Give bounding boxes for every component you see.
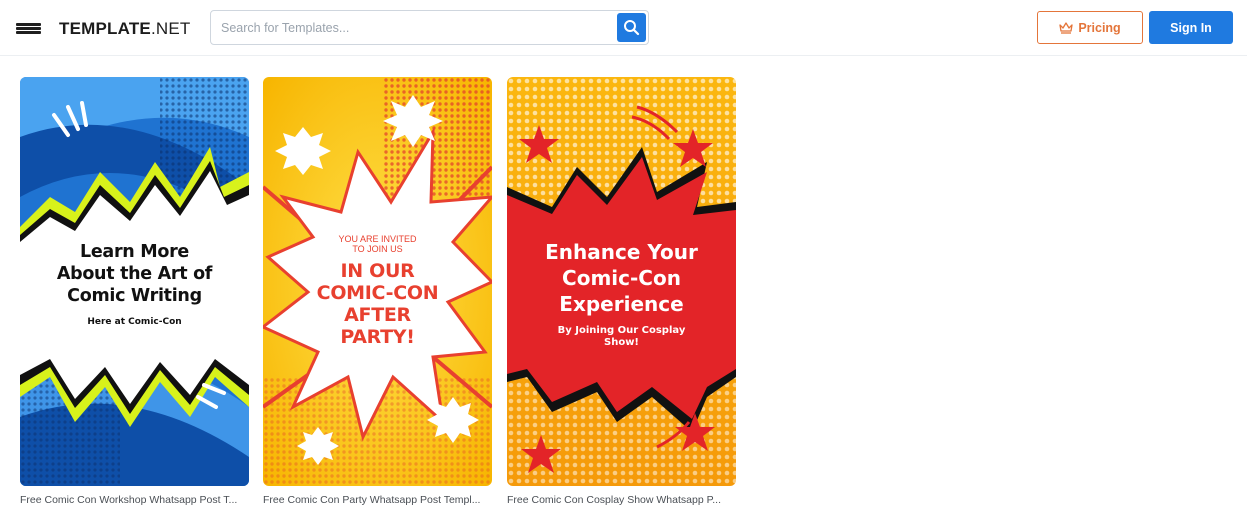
template-thumbnail[interactable]: Enhance Your Comic-Con Experience By Joi… (507, 77, 736, 486)
template-thumbnail[interactable]: YOU ARE INVITED TO JOIN US IN OUR COMIC-… (263, 77, 492, 486)
template-caption[interactable]: Free Comic Con Party Whatsapp Post Templ… (263, 494, 492, 506)
pricing-label: Pricing (1078, 20, 1121, 35)
card-headline-line: IN OUR (340, 260, 415, 282)
card-headline-line: Experience (559, 292, 684, 316)
card-subline: By Joining Our Cosplay (557, 325, 686, 336)
card-subline: Here at Comic-Con (87, 317, 182, 327)
card-headline-line: Learn More (80, 242, 189, 262)
pricing-button[interactable]: Pricing (1037, 11, 1143, 44)
sign-in-button[interactable]: Sign In (1149, 11, 1233, 44)
card-headline-line: PARTY! (340, 326, 415, 348)
template-thumbnail[interactable]: Learn More About the Art of Comic Writin… (20, 77, 249, 486)
site-logo[interactable]: TEMPLATE.NET (59, 19, 190, 39)
logo-suffix-text: .NET (150, 19, 191, 38)
card-kicker-line: YOU ARE INVITED (338, 234, 417, 244)
card-headline-line: AFTER (344, 304, 411, 326)
search-bar (210, 10, 649, 45)
template-caption[interactable]: Free Comic Con Cosplay Show Whatsapp P..… (507, 494, 736, 506)
hamburger-menu-icon[interactable] (14, 18, 44, 38)
search-button[interactable] (617, 13, 646, 42)
template-caption[interactable]: Free Comic Con Workshop Whatsapp Post T.… (20, 494, 249, 506)
card-subline: Show! (604, 337, 639, 348)
card-headline-line: Enhance Your (545, 240, 698, 264)
template-card[interactable]: YOU ARE INVITED TO JOIN US IN OUR COMIC-… (263, 77, 492, 506)
search-input[interactable] (221, 11, 616, 44)
top-header: TEMPLATE.NET Pricing Sign In (0, 0, 1247, 56)
template-card[interactable]: Enhance Your Comic-Con Experience By Joi… (507, 77, 736, 506)
card-headline-line: About the Art of (56, 264, 213, 284)
sign-in-label: Sign In (1170, 20, 1212, 35)
card-kicker-line: TO JOIN US (352, 244, 403, 254)
card-headline-line: COMIC-CON (316, 282, 439, 304)
template-card[interactable]: Learn More About the Art of Comic Writin… (20, 77, 249, 506)
logo-bold-text: TEMPLATE (59, 19, 151, 38)
card-headline-line: Comic-Con (562, 266, 681, 290)
crown-icon (1059, 21, 1073, 34)
search-icon (624, 20, 640, 36)
card-headline-line: Comic Writing (67, 286, 202, 306)
